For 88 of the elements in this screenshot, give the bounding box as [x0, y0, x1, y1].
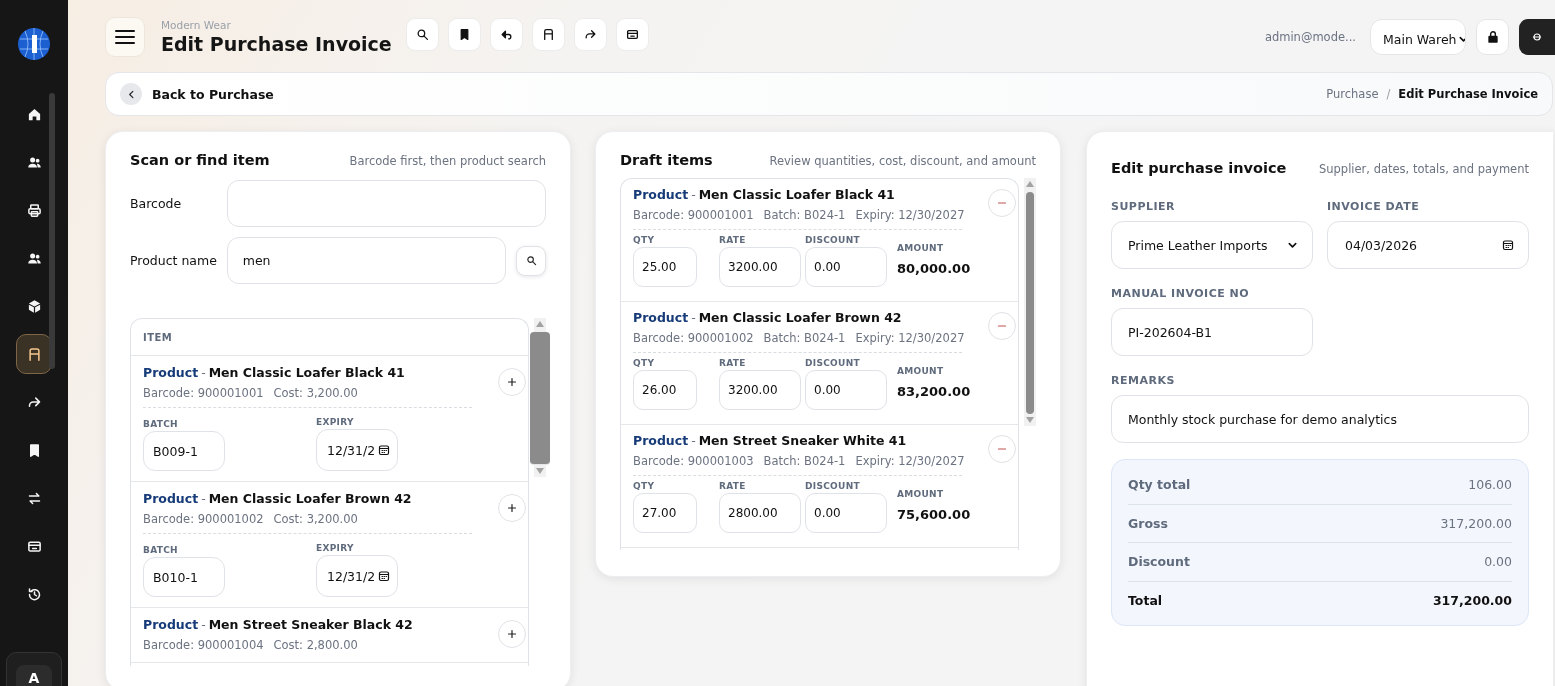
column-header: ITEM: [143, 331, 173, 343]
item-detail: Batch: B024-1: [763, 454, 846, 468]
field-label: DISCOUNT: [805, 235, 861, 245]
number-field[interactable]: 2800.00: [719, 493, 801, 533]
summary-value: 106.00: [1468, 477, 1512, 493]
item-cost: Cost: 3,200.00: [273, 386, 358, 400]
item-detail: Expiry: 12/30/2027: [855, 208, 965, 222]
number-field[interactable]: 27.00: [633, 493, 697, 533]
date-field[interactable]: 04/03/2026: [1327, 221, 1529, 269]
amount-label: AMOUNT: [897, 489, 945, 499]
item-title: Product - Men Street Sneaker Black 42: [143, 617, 414, 632]
field-label: RATE: [719, 481, 747, 491]
item-detail: Barcode: 900001003: [633, 454, 754, 468]
amount-value: 75,600.00: [897, 507, 971, 522]
field-label: EXPIRY: [316, 417, 355, 427]
breadcrumb-separator: /: [1386, 87, 1391, 101]
item-detail: Barcode: 900001002: [633, 331, 754, 345]
summary-value: 317,200.00: [1432, 592, 1512, 608]
item-title: Product - Men Street Sneaker White 41: [633, 433, 908, 448]
field-label: EXPIRY: [316, 543, 355, 553]
summary-label: Gross: [1128, 515, 1168, 531]
item-title: Product - Men Classic Loafer Brown 42: [633, 310, 903, 325]
card-subtitle: Review quantities, cost, discount, and amount: [769, 154, 1036, 168]
number-field[interactable]: 3200.00: [719, 370, 801, 410]
field-label: REMARKS: [1111, 374, 1176, 387]
card-title: Scan or find item: [130, 152, 270, 168]
item-barcode: Barcode: 900001001: [143, 386, 264, 400]
item-title: Product - Men Classic Loafer Black 41: [633, 187, 896, 202]
field-label: DISCOUNT: [805, 358, 861, 368]
item-detail: Batch: B024-1: [763, 331, 846, 345]
field-label: MANUAL INVOICE NO: [1111, 287, 1251, 300]
text-field[interactable]: PI-202604-B1: [1111, 308, 1313, 356]
number-field[interactable]: 3200.00: [719, 247, 801, 287]
back-link[interactable]: Back to Purchase: [152, 86, 274, 102]
field-label: BATCH: [143, 545, 179, 555]
item-detail: Batch: B024-1: [763, 208, 846, 222]
breadcrumb-item: Edit Purchase Invoice: [1398, 87, 1538, 101]
amount-value: 80,000.00: [897, 261, 971, 276]
card-subtitle: Barcode first, then product search: [349, 154, 546, 168]
expiry-field[interactable]: 12/31/2: [316, 429, 398, 471]
field-label: Barcode: [130, 196, 183, 211]
warehouse-select[interactable]: Main Wareh: [1370, 19, 1466, 55]
item-detail: Expiry: 12/30/2027: [855, 331, 965, 345]
remarks-field[interactable]: Monthly stock purchase for demo analytics: [1111, 395, 1529, 443]
item-title: Product - Men Classic Loafer Brown 42: [143, 491, 413, 506]
page-title: Edit Purchase Invoice: [161, 33, 392, 55]
field-label: QTY: [633, 481, 656, 491]
user-email: admin@mode...: [1264, 30, 1356, 44]
field-label: Product name: [130, 253, 218, 268]
batch-field[interactable]: B010-1: [143, 557, 225, 597]
number-field[interactable]: 0.00: [805, 247, 887, 287]
summary-label: Qty total: [1128, 477, 1191, 493]
item-detail: Barcode: 900001001: [633, 208, 754, 222]
field-label: QTY: [633, 358, 656, 368]
supplier-select[interactable]: Prime Leather Imports: [1111, 221, 1313, 269]
amount-value: 83,200.00: [897, 384, 971, 399]
summary-label: Total: [1128, 592, 1163, 608]
field-label: SUPPLIER: [1111, 200, 1177, 213]
item-cost: Cost: 3,200.00: [273, 512, 358, 526]
amount-label: AMOUNT: [897, 366, 945, 376]
number-field[interactable]: 25.00: [633, 247, 697, 287]
card-subtitle: Supplier, dates, totals, and payment: [1318, 162, 1529, 176]
number-field[interactable]: 0.00: [805, 370, 887, 410]
amount-label: AMOUNT: [897, 243, 945, 253]
field-label: INVOICE DATE: [1327, 200, 1421, 213]
item-detail: Expiry: 12/30/2027: [855, 454, 965, 468]
expiry-field[interactable]: 12/31/2: [316, 555, 398, 597]
item-barcode: Barcode: 900001004: [143, 638, 264, 652]
item-cost: Cost: 2,800.00: [273, 638, 358, 652]
batch-field[interactable]: B009-1: [143, 431, 225, 471]
item-barcode: Barcode: 900001002: [143, 512, 264, 526]
breadcrumb-item[interactable]: Purchase: [1326, 87, 1379, 101]
avatar[interactable]: A: [16, 665, 52, 686]
field-label: BATCH: [143, 419, 179, 429]
card-title: Draft items: [620, 152, 713, 168]
number-field[interactable]: 0.00: [805, 493, 887, 533]
field-label: DISCOUNT: [805, 481, 861, 491]
field-label: RATE: [719, 358, 747, 368]
summary-value: 0.00: [1484, 554, 1512, 570]
item-title: Product - Men Classic Loafer Black 41: [143, 365, 406, 380]
card-title: Edit purchase invoice: [1111, 160, 1287, 176]
summary-label: Discount: [1128, 554, 1190, 570]
product-name-field[interactable]: men: [226, 237, 507, 284]
company-name: Modern Wear: [161, 19, 232, 31]
number-field[interactable]: 26.00: [633, 370, 697, 410]
field-label: QTY: [633, 235, 656, 245]
field-label: RATE: [719, 235, 747, 245]
summary-value: 317,200.00: [1440, 515, 1512, 531]
